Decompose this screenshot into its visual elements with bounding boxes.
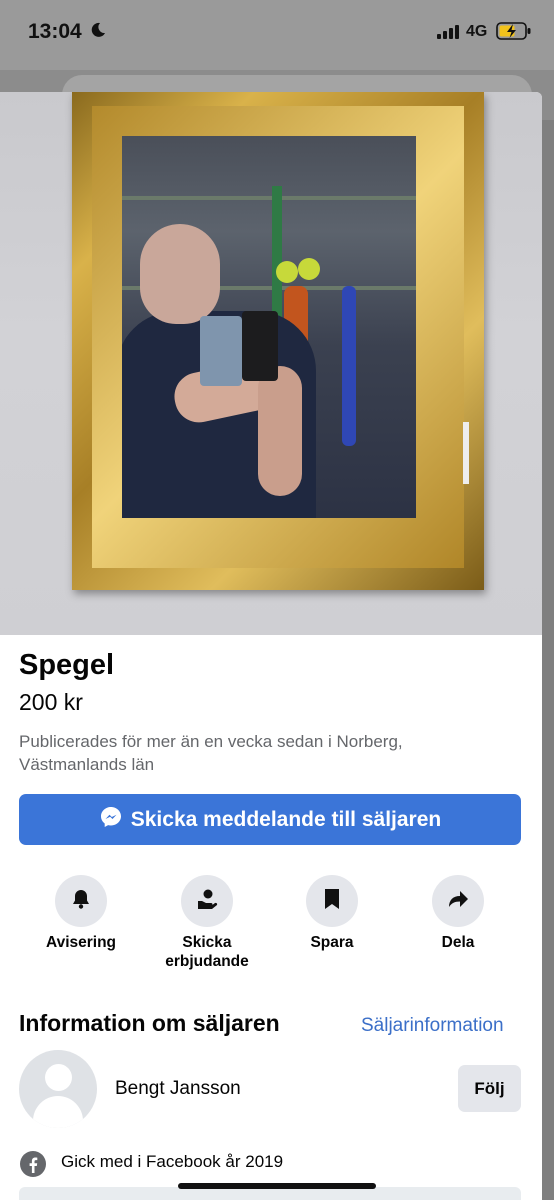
save-label: Spara: [310, 934, 354, 951]
message-seller-button[interactable]: Skicka meddelande till säljaren: [19, 794, 521, 845]
make-offer-label: Skicka erbjudande: [165, 934, 249, 970]
mirror-frame: [72, 92, 484, 590]
share-action[interactable]: Dela: [398, 875, 518, 952]
battery-charging-icon: [496, 21, 532, 46]
share-label: Dela: [441, 934, 475, 951]
status-bar: 13:04 4G: [0, 0, 554, 70]
background-page-edge: [542, 120, 554, 1200]
notify-label: Avisering: [45, 934, 117, 951]
listing-title: Spegel: [19, 649, 115, 681]
status-time: 13:04: [28, 20, 82, 43]
seller-joined-text: Gick med i Facebook år 2019: [61, 1152, 284, 1171]
messenger-icon: [99, 805, 123, 835]
seller-details-link[interactable]: Säljarinformation: [361, 1015, 504, 1037]
network-type: 4G: [466, 23, 488, 40]
notify-action[interactable]: Avisering: [21, 875, 141, 952]
moon-icon: [90, 22, 106, 43]
listing-details: Spegel 200 kr Publicerades för mer än en…: [0, 635, 542, 1200]
listing-photo[interactable]: [0, 92, 542, 635]
listing-meta: Publicerades för mer än en vecka sedan i…: [19, 732, 403, 774]
save-action[interactable]: Spara: [272, 875, 392, 952]
offer-icon: [195, 887, 219, 916]
follow-button[interactable]: Följ: [458, 1065, 521, 1112]
signal-bars-icon: [437, 25, 461, 44]
listing-price: 200 kr: [19, 689, 83, 715]
message-seller-label: Skicka meddelande till säljaren: [130, 807, 442, 831]
action-row: Avisering Skicka erbjudande Spara Dela: [19, 875, 521, 985]
share-icon: [446, 887, 470, 916]
avatar[interactable]: [19, 1050, 97, 1128]
make-offer-action[interactable]: Skicka erbjudande: [147, 875, 267, 971]
facebook-icon: [19, 1150, 47, 1183]
bell-icon: [69, 887, 93, 916]
mirror-reflection: [122, 136, 416, 518]
home-indicator[interactable]: [178, 1183, 376, 1189]
bookmark-icon: [321, 887, 343, 916]
listing-sheet[interactable]: Spegel 200 kr Publicerades för mer än en…: [0, 92, 542, 1200]
seller-name[interactable]: Bengt Jansson: [115, 1078, 241, 1100]
seller-heading: Information om säljaren: [19, 1010, 280, 1036]
